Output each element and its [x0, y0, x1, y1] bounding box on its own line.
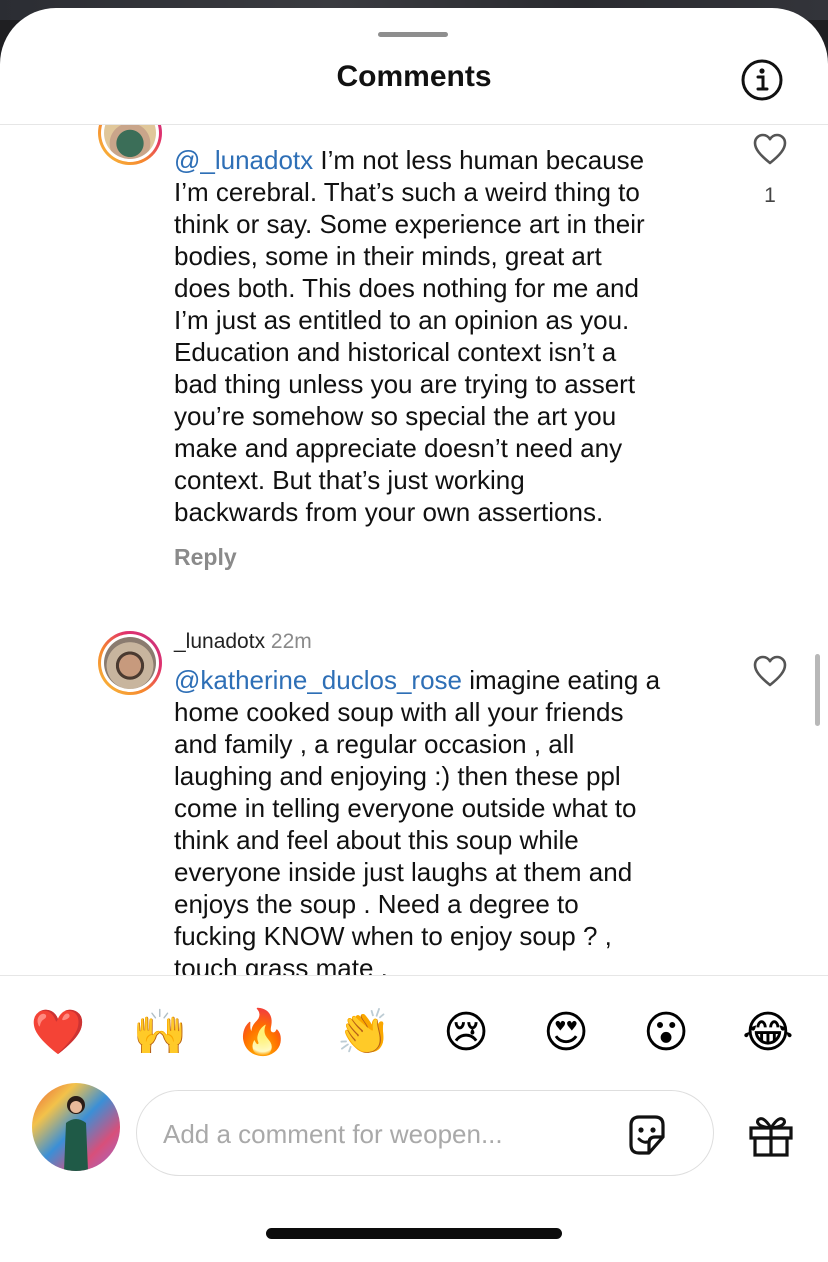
- mention-link[interactable]: @katherine_duclos_rose: [174, 665, 462, 695]
- comments-list[interactable]: @_lunadotx I’m not less human because I’…: [0, 125, 828, 975]
- reaction-laughing-emoji[interactable]: 😂: [738, 1003, 798, 1063]
- avatar[interactable]: [98, 631, 162, 695]
- like-count: 1: [764, 184, 776, 207]
- reaction-raised-hands-emoji[interactable]: 🙌: [130, 1003, 190, 1063]
- heart-icon[interactable]: [752, 132, 788, 166]
- avatar[interactable]: [98, 125, 162, 165]
- sheet-grabber[interactable]: [378, 32, 448, 37]
- composer-avatar: [32, 1083, 120, 1171]
- mention-link[interactable]: @_lunadotx: [174, 145, 313, 175]
- reaction-fire-emoji[interactable]: 🔥: [232, 1003, 292, 1063]
- comment-body: I’m not less human because I’m cerebral.…: [174, 145, 645, 527]
- reaction-heart-emoji[interactable]: ❤️: [28, 1003, 88, 1063]
- quick-reactions-bar: ❤️ 🙌 🔥 👏 😢 😍 😮 😂: [0, 1003, 828, 1073]
- heart-icon[interactable]: [752, 654, 788, 688]
- avatar-image: [104, 637, 156, 689]
- comment-input-box[interactable]: [136, 1090, 714, 1176]
- comment-text: @katherine_duclos_rose imagine eating a …: [174, 664, 734, 975]
- home-indicator[interactable]: [266, 1228, 562, 1239]
- reactions-divider: [0, 975, 828, 976]
- scrollbar[interactable]: [815, 654, 820, 726]
- reply-button[interactable]: Reply: [174, 544, 237, 571]
- comment-text: @_lunadotx I’m not less human because I’…: [174, 144, 734, 528]
- comments-sheet: Comments @_lunadotx I’m not less human b…: [0, 8, 828, 1262]
- avatar-image: [104, 125, 156, 159]
- reaction-clapping-emoji[interactable]: 👏: [334, 1003, 394, 1063]
- reaction-heart-eyes-emoji[interactable]: 😍: [536, 1003, 596, 1063]
- comment-input[interactable]: [161, 1113, 605, 1155]
- person-silhouette: [64, 1096, 88, 1171]
- info-circle-icon[interactable]: [740, 58, 784, 102]
- reaction-crying-emoji[interactable]: 😢: [436, 1003, 496, 1063]
- sticker-icon[interactable]: [623, 1111, 671, 1159]
- page-title: Comments: [336, 60, 492, 93]
- timestamp: 22m: [270, 630, 312, 653]
- gift-icon[interactable]: [746, 1112, 796, 1158]
- reaction-surprised-emoji[interactable]: 😮: [636, 1003, 696, 1063]
- username[interactable]: _lunadotx: [174, 630, 265, 653]
- comment-body: imagine eating a home cooked soup with a…: [174, 665, 661, 975]
- comment-header: _lunadotx 22m: [174, 630, 312, 654]
